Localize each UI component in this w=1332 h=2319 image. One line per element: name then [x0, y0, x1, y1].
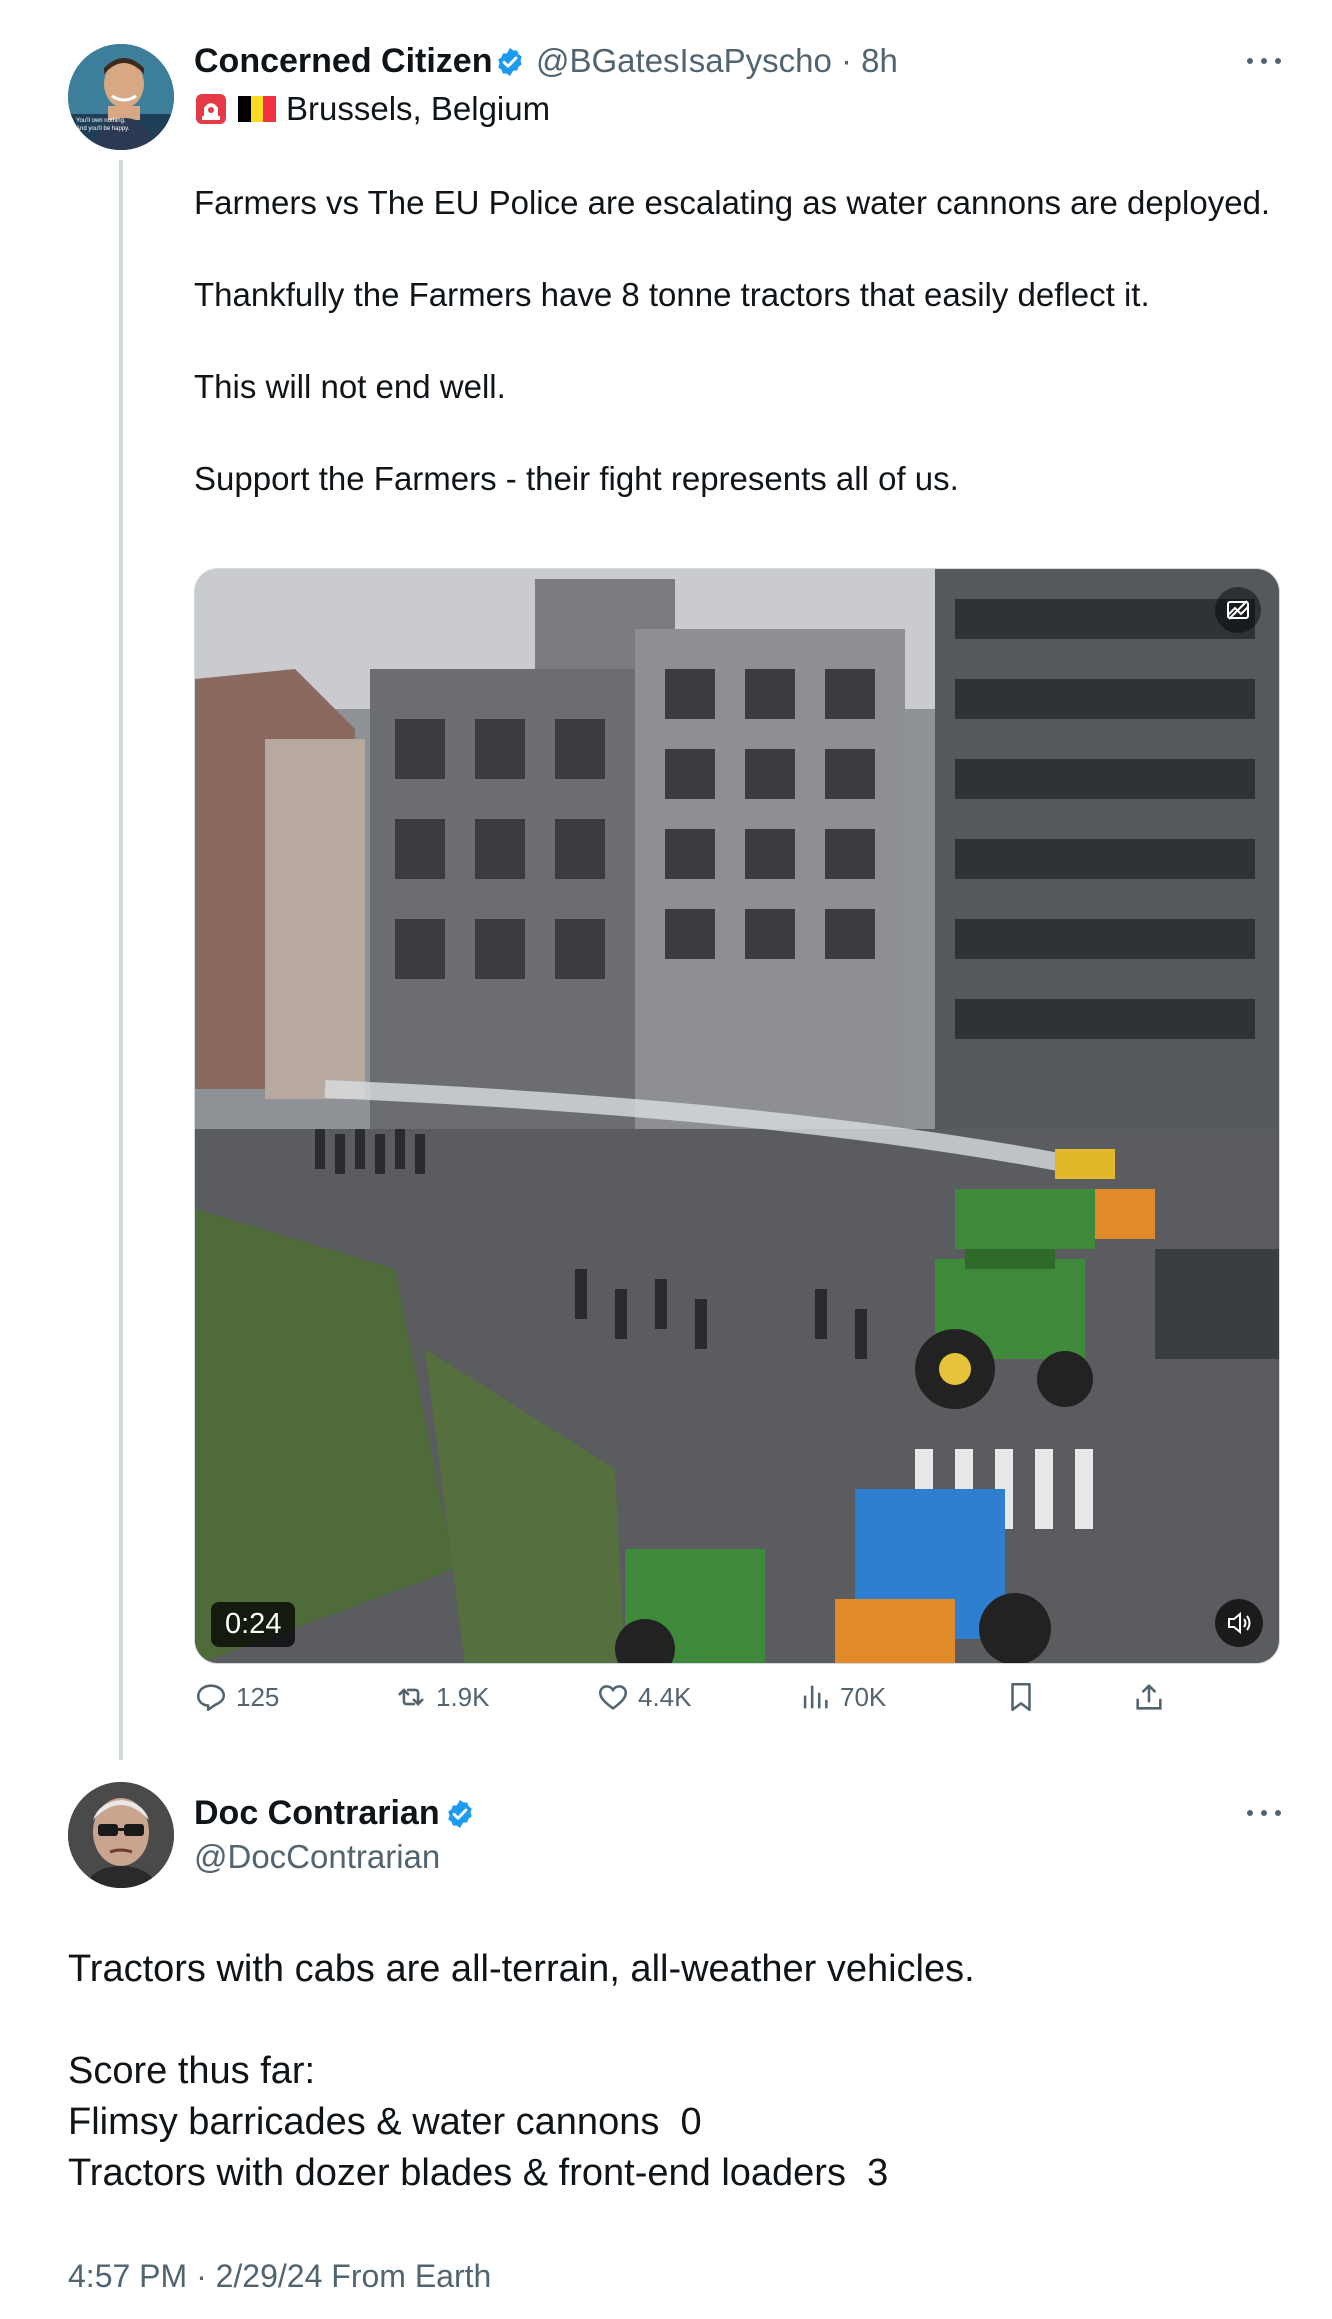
video-duration: 0:24 [211, 1602, 296, 1647]
like-button[interactable]: 4.4K [596, 1680, 692, 1714]
avatar[interactable] [68, 1782, 174, 1888]
location-text: Brussels, Belgium [286, 90, 551, 127]
avatar-photo: You'll own nothing. And you'll be happy. [68, 44, 174, 150]
bookmark-button[interactable] [1004, 1680, 1038, 1714]
avatar-caption-1: You'll own nothing. [76, 118, 126, 124]
share-button[interactable] [1132, 1680, 1166, 1714]
tweet-actions: 125 1.9K 4.4K 70K [194, 1680, 1194, 1724]
share-icon [1136, 1684, 1162, 1710]
avatar[interactable]: You'll own nothing. And you'll be happy. [68, 44, 174, 150]
reply-button[interactable]: 125 [194, 1680, 279, 1714]
bookmark-icon [1011, 1682, 1031, 1712]
display-name[interactable]: Doc Contrarian [194, 1794, 440, 1833]
thread-line [119, 160, 123, 1760]
tweet-thread: You'll own nothing. And you'll be happy.… [0, 0, 1332, 2319]
video-frame [195, 569, 1279, 1663]
tweet-body: Farmers vs The EU Police are escalating … [194, 180, 1274, 548]
timestamp[interactable]: 4:57 PM · 2/29/24 From Earth [68, 2258, 491, 2295]
repost-button[interactable]: 1.9K [394, 1680, 490, 1714]
reply-icon [196, 1684, 226, 1712]
avatar-caption-2: And you'll be happy. [76, 126, 130, 132]
video-player[interactable]: 0:24 [194, 568, 1280, 1664]
belgium-flag-icon [238, 96, 277, 122]
like-count: 4.4K [638, 1681, 692, 1712]
views-icon [803, 1685, 828, 1709]
handle[interactable]: @DocContrarian [194, 1838, 440, 1876]
reply-count: 125 [236, 1681, 280, 1712]
tractor [615, 1549, 765, 1663]
profile-location: Brussels, Belgium [194, 90, 550, 128]
views-button[interactable]: 70K [798, 1680, 886, 1714]
more-options-icon[interactable] [1244, 56, 1284, 66]
handle-and-time[interactable]: @BGatesIsaPyscho · 8h [536, 42, 898, 80]
avatar-photo [68, 1782, 174, 1888]
repost-icon [398, 1688, 424, 1706]
verified-badge-icon[interactable] [494, 46, 526, 78]
display-name[interactable]: Concerned Citizen [194, 42, 492, 81]
heart-icon [598, 1685, 628, 1710]
verified-badge-icon[interactable] [444, 1798, 476, 1830]
tweet-paragraph: Thankfully the Farmers have 8 tonne trac… [194, 276, 1150, 313]
siren-emoji-icon [196, 94, 226, 124]
tweet-paragraph: Support the Farmers - their fight repres… [194, 460, 959, 497]
mute-toggle-button[interactable] [1215, 1599, 1263, 1647]
views-count: 70K [840, 1681, 887, 1712]
media-settings-icon [1227, 600, 1249, 620]
tweet-paragraph: This will not end well. [194, 368, 506, 405]
tweet-body: Tractors with cabs are all-terrain, all-… [68, 1948, 975, 2194]
repost-count: 1.9K [436, 1681, 490, 1712]
speaker-muted-icon [1228, 1611, 1251, 1635]
media-settings-button[interactable] [1215, 587, 1261, 633]
tweet-paragraph: Farmers vs The EU Police are escalating … [194, 184, 1271, 221]
more-options-icon[interactable] [1244, 1808, 1284, 1818]
